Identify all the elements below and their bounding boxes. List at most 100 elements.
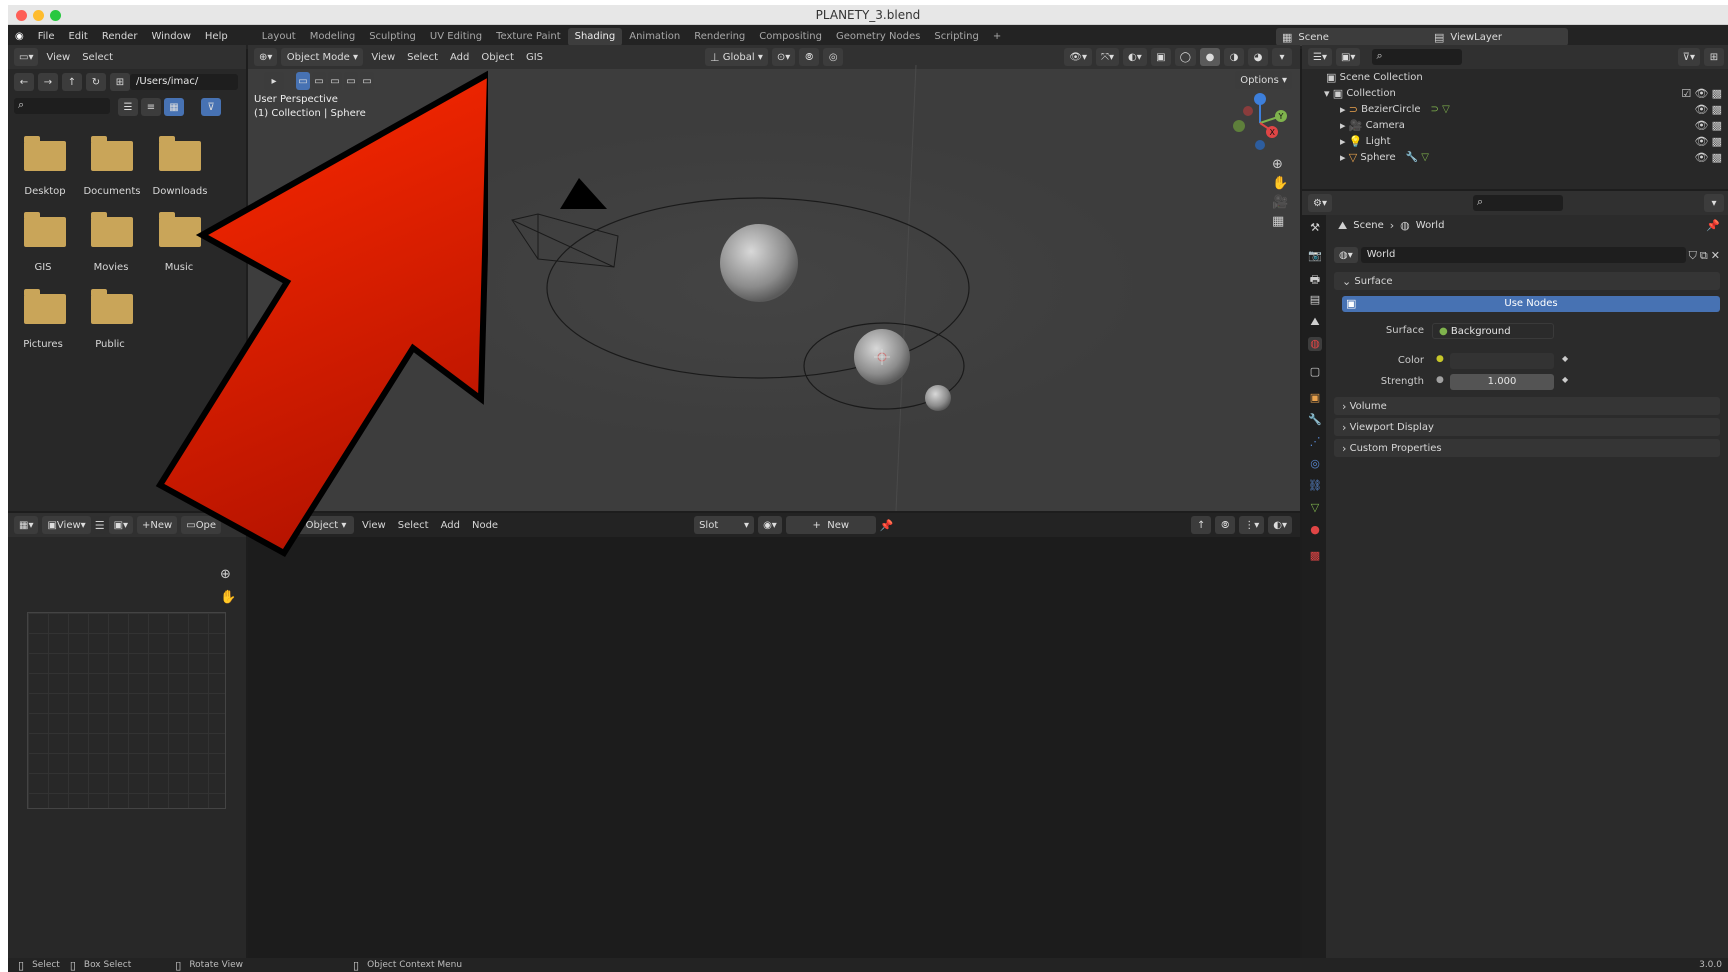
camera-render-icon[interactable]: ▩: [1712, 136, 1722, 147]
custom-properties-panel-header[interactable]: › Custom Properties: [1334, 439, 1720, 457]
properties-search-input[interactable]: ⌕: [1473, 195, 1563, 211]
tree-item[interactable]: ▸ ▽ Sphere 🔧 ▽ 👁 ▩: [1302, 149, 1728, 165]
display-mode-icon[interactable]: ▣▾: [1335, 48, 1361, 66]
camera-render-icon[interactable]: ▩: [1712, 104, 1722, 115]
sun-sphere[interactable]: [720, 224, 798, 302]
collection-icon[interactable]: ▢: [1308, 365, 1322, 379]
pin-icon[interactable]: 📌: [880, 520, 894, 531]
editor-type-button[interactable]: ▦▾: [14, 516, 39, 534]
eye-icon[interactable]: 👁: [1694, 136, 1708, 147]
list-vertical-icon[interactable]: ☰: [118, 98, 138, 116]
folder-label-pictures[interactable]: Pictures: [8, 339, 78, 350]
moon-sphere[interactable]: [925, 385, 951, 411]
parent-directory-icon[interactable]: ↑: [62, 73, 82, 91]
keyframe-dot-icon[interactable]: ◆: [1562, 354, 1568, 363]
material-browse-icon[interactable]: ◉▾: [758, 516, 782, 534]
parent-node-tree-icon[interactable]: ↑: [1191, 516, 1212, 534]
physics-icon[interactable]: ◎: [1308, 457, 1322, 471]
viewport-display-panel-header[interactable]: › Viewport Display: [1334, 418, 1720, 436]
mesh-data-icon[interactable]: ▽: [1308, 501, 1322, 515]
folder-label-documents[interactable]: Documents: [77, 186, 147, 197]
use-nodes-button[interactable]: ▣ Use Nodes: [1342, 296, 1720, 312]
keyframe-dot-icon[interactable]: ◆: [1562, 375, 1568, 384]
eye-icon[interactable]: 👁: [1694, 152, 1708, 163]
new-material-button[interactable]: + New: [785, 516, 876, 534]
constraints-icon[interactable]: ⛓: [1308, 479, 1322, 493]
folder-label-movies[interactable]: Movies: [76, 262, 146, 273]
tool-icon[interactable]: ⚒: [1308, 221, 1322, 235]
folder-label-desktop[interactable]: Desktop: [10, 186, 80, 197]
output-icon[interactable]: 🖶: [1308, 271, 1322, 286]
new-folder-icon[interactable]: ⊞: [110, 73, 130, 91]
editor-type-button[interactable]: ⚙▾: [1308, 194, 1332, 212]
folder-icon[interactable]: [91, 212, 133, 247]
editor-type-button[interactable]: ▭▾: [14, 48, 39, 66]
unlink-x-icon[interactable]: ✕: [1711, 250, 1720, 261]
new-collection-icon[interactable]: ⊞: [1704, 48, 1724, 66]
filter-icon[interactable]: ⊽▾: [1677, 48, 1700, 66]
maximize-window-button[interactable]: [50, 10, 61, 21]
world-browse-icon[interactable]: ◍▾: [1334, 247, 1358, 263]
hand-pan-icon[interactable]: ✋: [1272, 177, 1288, 190]
overlays-icon[interactable]: ◐▾: [1268, 516, 1292, 534]
menu-view[interactable]: View: [42, 52, 74, 63]
view-layer-icon[interactable]: ▤: [1308, 293, 1322, 307]
zoom-icon[interactable]: ⊕: [1272, 158, 1288, 171]
tree-item[interactable]: ▸ 🎥 Camera 👁 ▩: [1302, 117, 1728, 133]
tree-collection[interactable]: ▾ ▣ Collection ☑ 👁 ▩: [1302, 85, 1728, 101]
scene-selector[interactable]: ▦ Scene: [1276, 28, 1436, 46]
view-mode-dropdown[interactable]: ▣ View ▾: [42, 516, 91, 534]
close-window-button[interactable]: [16, 10, 27, 21]
modifier-wrench-icon[interactable]: 🔧: [1308, 413, 1322, 427]
grid-ortho-icon[interactable]: ▦: [1272, 215, 1288, 228]
eye-icon[interactable]: 👁: [1694, 104, 1708, 115]
expand-arrow-icon[interactable]: ▾: [1324, 88, 1330, 99]
tab-shading[interactable]: Shading: [567, 28, 623, 46]
uv-grid[interactable]: [27, 612, 226, 809]
volume-panel-header[interactable]: › Volume: [1334, 397, 1720, 415]
folder-icon[interactable]: [24, 212, 66, 247]
shader-editor[interactable]: Object ▾ View Select Add Node Slot ▾ ◉▾ +…: [248, 513, 1300, 958]
navigation-gizmo[interactable]: Y X: [1232, 93, 1292, 155]
scene-icon[interactable]: ⛰: [1308, 315, 1322, 329]
refresh-icon[interactable]: ↻: [86, 73, 106, 91]
editor-type-button[interactable]: ☰▾: [1308, 48, 1332, 66]
expand-arrow-icon[interactable]: ▸: [1340, 152, 1346, 163]
folder-label-gis[interactable]: GIS: [8, 262, 78, 273]
menu-select[interactable]: Select: [78, 52, 117, 63]
file-search-input[interactable]: ⌕: [14, 98, 110, 114]
color-swatch[interactable]: [1450, 353, 1554, 369]
folder-icon[interactable]: [91, 136, 133, 171]
folder-icon[interactable]: [24, 289, 66, 324]
texture-icon[interactable]: ▩: [1308, 549, 1322, 563]
tree-scene-collection[interactable]: ▣ Scene Collection: [1302, 69, 1728, 85]
fake-user-shield-icon[interactable]: ⛉: [1689, 250, 1697, 261]
eye-icon[interactable]: 👁: [1694, 120, 1708, 131]
duplicate-icon[interactable]: ⧉: [1700, 250, 1708, 261]
camera-render-icon[interactable]: ▩: [1712, 120, 1722, 131]
snap-type-icon[interactable]: ⋮▾: [1239, 516, 1265, 534]
object-icon[interactable]: ▣: [1308, 391, 1322, 405]
hamburger-menu-icon[interactable]: ☰: [95, 520, 105, 531]
hand-pan-icon[interactable]: ✋: [220, 591, 236, 604]
camera-render-icon[interactable]: ▩: [1712, 152, 1722, 163]
camera-view-icon[interactable]: 🎥: [1272, 196, 1288, 209]
expand-arrow-icon[interactable]: ▸: [1340, 136, 1346, 147]
folder-icon[interactable]: [91, 289, 133, 324]
surface-panel-header[interactable]: ⌄ Surface: [1334, 272, 1720, 290]
render-icon[interactable]: 📷: [1308, 249, 1322, 263]
slot-dropdown[interactable]: Slot ▾: [694, 516, 755, 534]
strength-socket-icon[interactable]: ●: [1436, 375, 1444, 385]
camera-render-icon[interactable]: ▩: [1712, 88, 1722, 99]
world-icon[interactable]: ◍: [1308, 337, 1322, 351]
outliner-search-input[interactable]: ⌕: [1372, 49, 1463, 65]
material-icon[interactable]: ●: [1308, 523, 1322, 537]
minimize-window-button[interactable]: [33, 10, 44, 21]
folder-label-public[interactable]: Public: [75, 339, 145, 350]
eye-icon[interactable]: 👁: [1694, 88, 1708, 99]
world-name-field[interactable]: World: [1360, 247, 1686, 263]
options-icon[interactable]: ▾: [1704, 194, 1725, 212]
surface-shader-field[interactable]: ● Background: [1432, 323, 1554, 339]
expand-arrow-icon[interactable]: ▸: [1340, 104, 1346, 115]
snap-icon[interactable]: ⦾: [1215, 516, 1236, 534]
